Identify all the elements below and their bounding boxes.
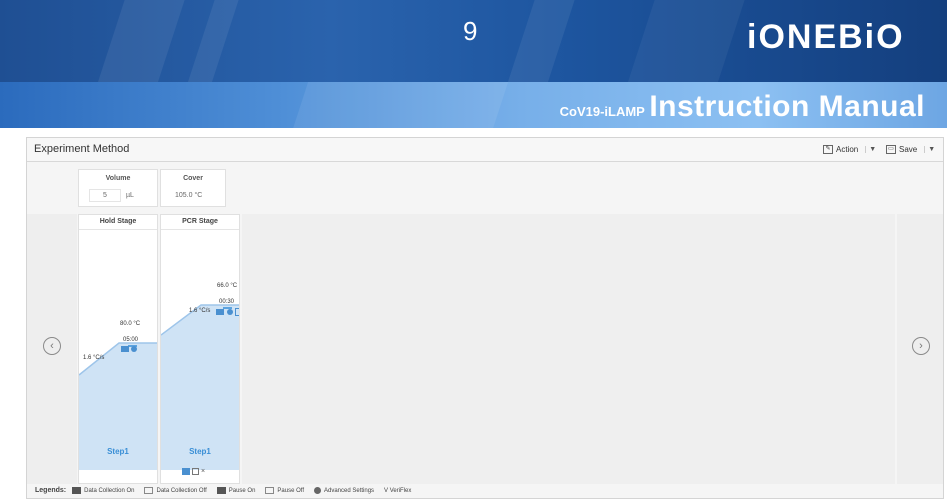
- pcr-stage[interactable]: PCR Stage 66.0 °C 00:30 1.6 °C/s Step1: [160, 214, 240, 484]
- add-step-icon[interactable]: [182, 468, 190, 475]
- panel-title: Experiment Method: [34, 143, 130, 155]
- save-icon: ▭: [886, 145, 896, 154]
- cover-setting: Cover 105.0 °C: [160, 169, 226, 207]
- manual-title: CoV19-iLAMP Instruction Manual: [560, 90, 925, 124]
- nav-left-area: ‹: [27, 214, 77, 484]
- close-icon[interactable]: ×: [201, 468, 205, 475]
- legend-label: Data Collection On: [84, 487, 135, 494]
- volume-setting: Volume 5 µL: [78, 169, 158, 207]
- legend-label: Advanced Settings: [324, 487, 375, 494]
- manual-prefix: CoV19-iLAMP: [559, 104, 645, 119]
- cover-label: Cover: [183, 175, 203, 182]
- gear-icon[interactable]: [227, 309, 233, 315]
- nav-right-area: ›: [897, 214, 943, 484]
- edit-icon: ✎: [823, 145, 833, 154]
- action-label: Action: [836, 145, 859, 154]
- hold-temperature[interactable]: 80.0 °C: [120, 321, 140, 327]
- manual-title-text: Instruction Manual: [649, 90, 925, 123]
- hold-time[interactable]: 05:00: [123, 337, 138, 343]
- legend-label: V VeriFlex: [384, 487, 412, 494]
- volume-label: Volume: [105, 175, 131, 182]
- action-button[interactable]: ✎ Action ▼: [823, 142, 879, 157]
- save-label: Save: [899, 145, 918, 154]
- empty-stage-area: [242, 214, 895, 484]
- pause-icon[interactable]: [235, 308, 239, 316]
- camera-icon: [72, 487, 82, 494]
- experiment-method-panel: Experiment Method ✎ Action ▼ ▭ Save ▼ Vo…: [26, 137, 944, 499]
- legend-label: Data Collection Off: [156, 487, 207, 494]
- page-number: 9: [463, 16, 478, 46]
- volume-unit: µL: [126, 192, 134, 199]
- camera-icon[interactable]: [216, 309, 224, 315]
- stage-title: Hold Stage: [79, 215, 157, 230]
- stepper-icon[interactable]: [192, 468, 199, 475]
- cover-input[interactable]: 105.0 °C: [175, 192, 202, 199]
- brand-logo: iONEBiO: [747, 18, 905, 56]
- camera-off-icon: [144, 487, 154, 494]
- step-label: Step1: [107, 447, 129, 456]
- chevron-down-icon[interactable]: ▼: [865, 146, 879, 153]
- legend-item: Pause Off: [265, 487, 304, 494]
- legend-item: Data Collection On: [72, 487, 134, 494]
- pause-off-icon: [265, 487, 275, 494]
- chevron-down-icon[interactable]: ▼: [924, 146, 938, 153]
- step-label: Step1: [189, 447, 211, 456]
- legend-item: V VeriFlex: [384, 488, 411, 494]
- legend-title: Legends:: [35, 487, 67, 494]
- save-button[interactable]: ▭ Save ▼: [886, 142, 938, 157]
- hold-ramp-rate: 1.6 °C/s: [83, 355, 105, 361]
- camera-icon[interactable]: [121, 346, 129, 352]
- pcr-ramp-rate: 1.6 °C/s: [189, 308, 211, 314]
- gear-icon[interactable]: [131, 346, 137, 352]
- hold-stage[interactable]: Hold Stage 80.0 °C 05:00 1.6 °C/s Step1: [78, 214, 158, 484]
- panel-header: Experiment Method ✎ Action ▼ ▭ Save ▼: [27, 138, 943, 162]
- temperature-fill: [161, 305, 239, 470]
- header-banner: 9 iONEBiO CoV19-iLAMP Instruction Manual: [0, 0, 947, 128]
- previous-arrow-icon[interactable]: ‹: [43, 337, 61, 355]
- volume-input[interactable]: 5: [89, 189, 121, 202]
- legend-label: Pause Off: [277, 487, 304, 494]
- pause-on-icon: [216, 487, 226, 494]
- legend-item: Pause On: [216, 487, 256, 494]
- legend-item: Advanced Settings: [314, 487, 374, 494]
- stage-controls-row: ×: [182, 468, 205, 475]
- stage-title: PCR Stage: [161, 215, 239, 230]
- pcr-stage-profile: [161, 304, 239, 470]
- hold-stage-profile: [79, 342, 157, 470]
- gear-icon: [314, 487, 321, 494]
- pcr-time[interactable]: 00:30: [219, 299, 234, 305]
- pcr-temperature[interactable]: 66.0 °C: [217, 283, 237, 289]
- legend-item: Data Collection Off: [144, 487, 207, 494]
- next-arrow-icon[interactable]: ›: [912, 337, 930, 355]
- legend-bar: Legends: Data Collection On Data Collect…: [26, 482, 942, 499]
- legend-label: Pause On: [228, 487, 256, 494]
